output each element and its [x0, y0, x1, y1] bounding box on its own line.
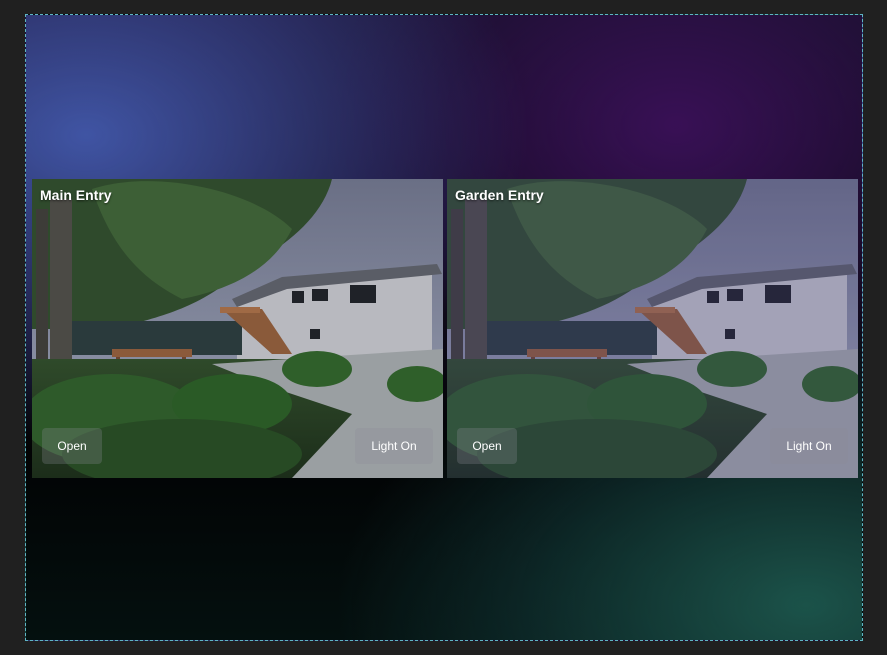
open-button[interactable]: Open: [457, 428, 517, 464]
camera-title: Main Entry: [40, 187, 112, 203]
camera-feed-garden-entry[interactable]: Garden Entry Open Light On: [447, 179, 858, 478]
camera-dashboard: Main Entry Open Light On Garden Entry Op…: [25, 14, 863, 641]
light-on-button[interactable]: Light On: [770, 428, 848, 464]
light-on-button[interactable]: Light On: [355, 428, 433, 464]
camera-title: Garden Entry: [455, 187, 544, 203]
open-button[interactable]: Open: [42, 428, 102, 464]
camera-feed-main-entry[interactable]: Main Entry Open Light On: [32, 179, 443, 478]
